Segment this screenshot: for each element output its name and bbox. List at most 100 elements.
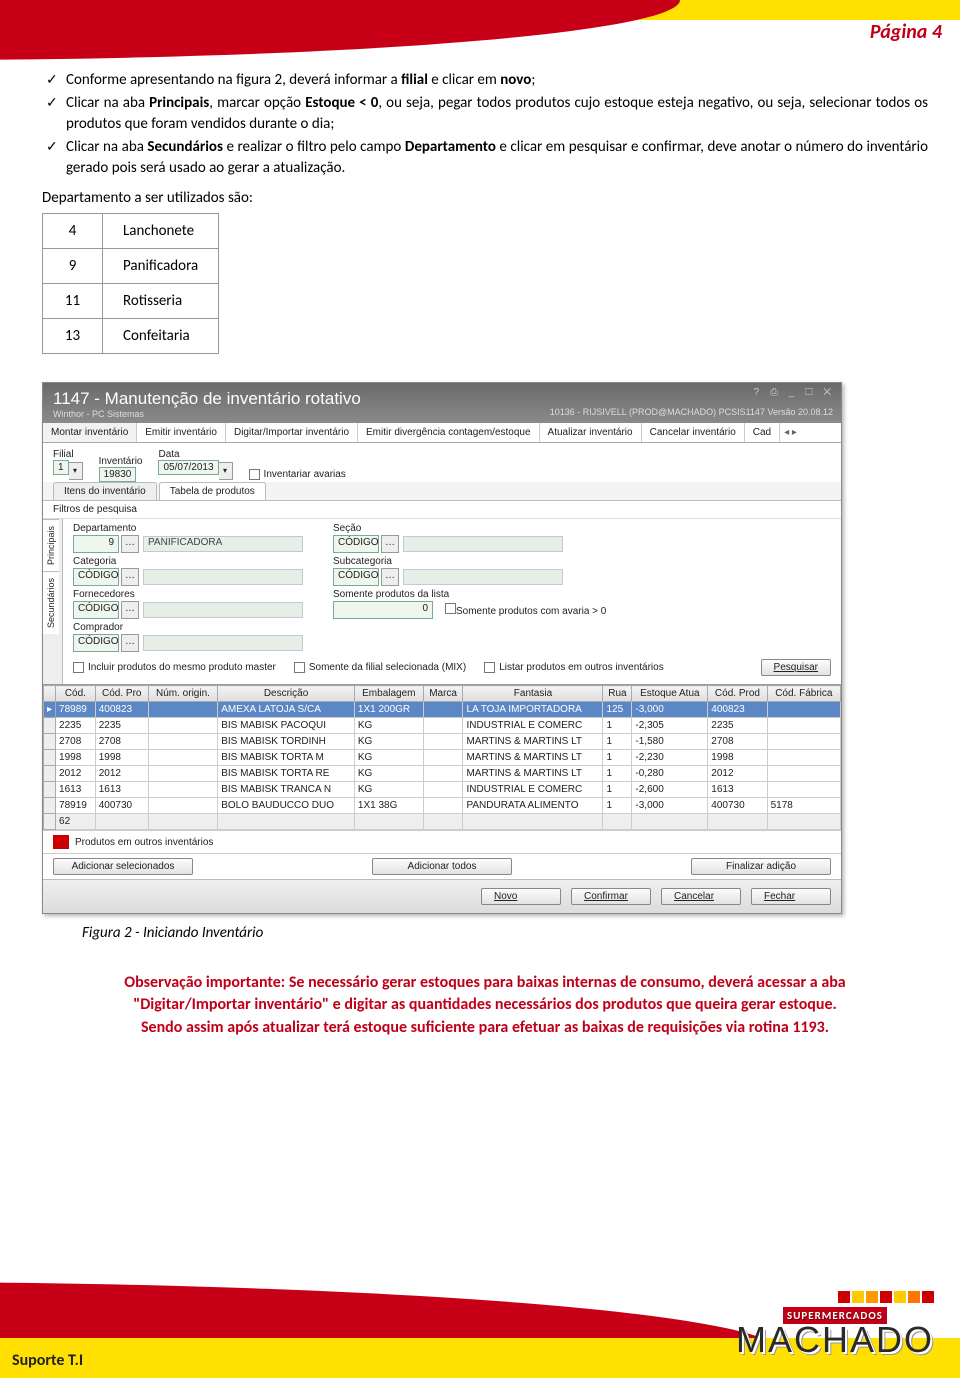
- data-label: Data: [158, 449, 232, 460]
- grid-row[interactable]: 19981998BIS MABISK TORTA MKGMARTINS & MA…: [44, 750, 841, 766]
- filter-panel: PrincipaisSecundários Departamento 9…PAN…: [43, 519, 841, 684]
- main-tab[interactable]: Cancelar inventário: [642, 423, 745, 442]
- grid-header-cell[interactable]: Fantasia: [463, 686, 603, 702]
- instruction-item: Clicar na aba Principais, marcar opção E…: [42, 93, 928, 135]
- main-tab[interactable]: Cad: [745, 423, 780, 442]
- instruction-item: Conforme apresentando na figura 2, dever…: [42, 70, 928, 91]
- main-tab[interactable]: Montar inventário: [43, 423, 137, 442]
- chk-mix[interactable]: Somente da filial selecionada (MIX): [294, 662, 466, 673]
- filial-input[interactable]: 1: [53, 460, 69, 475]
- main-tab[interactable]: Emitir inventário: [137, 423, 226, 442]
- department-row: 13Confeitaria: [43, 319, 219, 354]
- products-grid[interactable]: Cód.Cód. ProNúm. origin.DescriçãoEmbalag…: [43, 684, 841, 830]
- main-content: Conforme apresentando na figura 2, dever…: [42, 70, 928, 1039]
- confirmar-button[interactable]: Confirmar: [571, 888, 651, 905]
- categoria-lookup-button[interactable]: …: [121, 568, 139, 586]
- main-tab[interactable]: Digitar/Importar inventário: [226, 423, 358, 442]
- grid-header-cell[interactable]: Estoque Atua: [632, 686, 708, 702]
- add-selected-button[interactable]: Adicionar selecionados: [53, 858, 193, 875]
- grid-header-cell[interactable]: Marca: [423, 686, 463, 702]
- secao-lookup-button[interactable]: …: [381, 535, 399, 553]
- grid-header-cell[interactable]: Núm. origin.: [148, 686, 217, 702]
- comprador-input[interactable]: CÓDIGO: [73, 634, 119, 652]
- fornecedores-input[interactable]: CÓDIGO: [73, 601, 119, 619]
- secao-desc: [403, 536, 563, 552]
- figure-caption: Figura 2 - Iniciando Inventário: [82, 924, 928, 942]
- main-tab[interactable]: Atualizar inventário: [540, 423, 642, 442]
- chk-listar-outros[interactable]: Listar produtos em outros inventários: [484, 662, 664, 673]
- app-titlebar: ? ⎙ _ ☐ ✕ 1147 - Manutenção de inventári…: [43, 383, 841, 423]
- vertical-tab[interactable]: Secundários: [43, 571, 59, 634]
- grid-header-cell[interactable]: Cód. Fábrica: [767, 686, 840, 702]
- red-swatch-icon: [53, 835, 69, 849]
- fornecedores-lookup-button[interactable]: …: [121, 601, 139, 619]
- grid-row[interactable]: 20122012BIS MABISK TORTA REKGMARTINS & M…: [44, 766, 841, 782]
- vertical-tabs: PrincipaisSecundários: [43, 519, 63, 684]
- data-dropdown-arrow[interactable]: ▾: [219, 462, 233, 480]
- grid-row[interactable]: 78919400730BOLO BAUDUCCO DUO1X1 38GPANDU…: [44, 798, 841, 814]
- grid-header-cell[interactable]: Cód. Pro: [95, 686, 148, 702]
- window-controls[interactable]: ? ⎙ _ ☐ ✕: [754, 387, 835, 398]
- department-row: 11Rotisseria: [43, 284, 219, 319]
- footer-text: Suporte T.I: [12, 1351, 83, 1370]
- categoria-input[interactable]: CÓDIGO: [73, 568, 119, 586]
- grid-header-cell[interactable]: Descrição: [218, 686, 355, 702]
- sub-tab[interactable]: Tabela de produtos: [159, 482, 266, 500]
- department-row: 9Panificadora: [43, 249, 219, 284]
- finalize-add-button[interactable]: Finalizar adição: [691, 858, 831, 875]
- sub-tab[interactable]: Itens do inventário: [53, 482, 157, 500]
- grid-header-cell[interactable]: Cód. Prod: [708, 686, 767, 702]
- obs-quote: "Digitar/Importar inventário": [133, 995, 329, 1014]
- grid-header-cell[interactable]: [44, 686, 56, 702]
- main-tabs: Montar inventárioEmitir inventárioDigita…: [43, 423, 841, 443]
- header-form-row: Filial 1▾ Inventário 19830 Data 05/07/20…: [43, 443, 841, 482]
- fechar-button[interactable]: Fechar: [751, 888, 831, 905]
- grid-row[interactable]: 16131613BIS MABISK TRANCA NKGINDUSTRIAL …: [44, 782, 841, 798]
- departamento-input[interactable]: 9: [73, 535, 119, 553]
- add-all-button[interactable]: Adicionar todos: [372, 858, 512, 875]
- subcategoria-input[interactable]: CÓDIGO: [333, 568, 379, 586]
- chk-master[interactable]: Incluir produtos do mesmo produto master: [73, 662, 276, 673]
- data-input[interactable]: 05/07/2013: [158, 460, 218, 475]
- tab-scroll-arrows[interactable]: ◂ ▸: [780, 423, 801, 442]
- comprador-label: Comprador: [73, 622, 303, 633]
- novo-button[interactable]: Novo: [481, 888, 561, 905]
- red-products-label: Produtos em outros inventários: [75, 837, 213, 848]
- filial-dropdown-arrow[interactable]: ▾: [69, 462, 83, 480]
- main-tab[interactable]: Emitir divergência contagem/estoque: [358, 423, 540, 442]
- app-title: 1147 - Manutenção de inventário rotativo: [53, 389, 831, 409]
- departamento-lookup-button[interactable]: …: [121, 535, 139, 553]
- subcategoria-lookup-button[interactable]: …: [381, 568, 399, 586]
- filial-label: Filial: [53, 449, 83, 460]
- grid-header-cell[interactable]: Embalagem: [354, 686, 423, 702]
- sub-tabs: Itens do inventárioTabela de produtos: [43, 482, 841, 501]
- pesquisar-button[interactable]: Pesquisar: [761, 659, 831, 676]
- page-number: Página 4: [870, 20, 942, 44]
- comprador-lookup-button[interactable]: …: [121, 634, 139, 652]
- departments-table: 4Lanchonete9Panificadora11Rotisseria13Co…: [42, 213, 219, 354]
- fornecedores-desc: [143, 602, 303, 618]
- filters-title: Filtros de pesquisa: [43, 501, 841, 519]
- vertical-tab[interactable]: Principais: [43, 519, 59, 571]
- inventario-input[interactable]: 19830: [99, 467, 137, 482]
- grid-header-cell[interactable]: Cód.: [56, 686, 96, 702]
- grid-row[interactable]: 22352235BIS MABISK PACOQUIKGINDUSTRIAL E…: [44, 718, 841, 734]
- subcategoria-desc: [403, 569, 563, 585]
- obs-prefix: Observação importante:: [124, 973, 289, 992]
- chk-avaria-gt0[interactable]: Somente produtos com avaria > 0: [445, 603, 606, 617]
- grid-row[interactable]: ▸78989400823AMEXA LATOJA S/CA1X1 200GRLA…: [44, 702, 841, 718]
- grid-row[interactable]: 27082708BIS MABISK TORDINHKGMARTINS & MA…: [44, 734, 841, 750]
- app-status-info: 10136 - RIJSIVELL (PROD@MACHADO) PCSIS11…: [550, 407, 833, 417]
- instruction-item: Clicar na aba Secundários e realizar o f…: [42, 137, 928, 179]
- cancelar-button[interactable]: Cancelar: [661, 888, 741, 905]
- departamento-desc: PANIFICADORA: [143, 536, 303, 552]
- chk-mix-label: Somente da filial selecionada (MIX): [309, 662, 466, 673]
- somente-lista-label: Somente produtos da lista: [333, 589, 606, 600]
- secao-label: Seção: [333, 523, 563, 534]
- inventario-label: Inventário: [99, 456, 143, 467]
- chk-inventariar-avarias[interactable]: Inventariar avarias: [249, 469, 346, 480]
- somente-lista-input[interactable]: 0: [333, 601, 433, 619]
- grid-header-cell[interactable]: Rua: [603, 686, 632, 702]
- secao-input[interactable]: CÓDIGO: [333, 535, 379, 553]
- app-window: ? ⎙ _ ☐ ✕ 1147 - Manutenção de inventári…: [42, 382, 842, 914]
